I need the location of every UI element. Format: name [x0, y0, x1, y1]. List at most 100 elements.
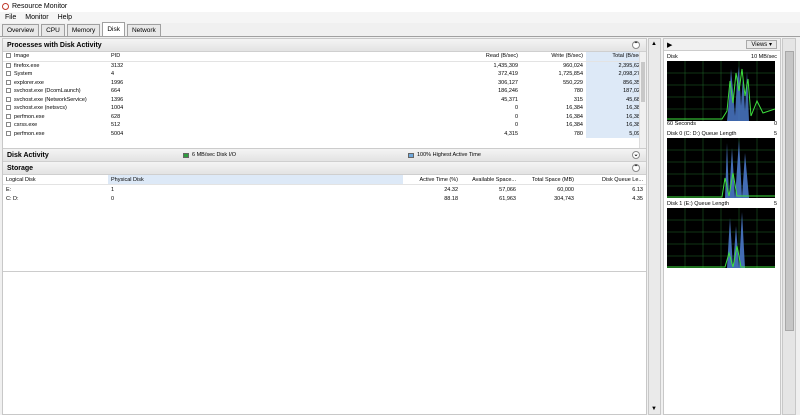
tab-overview[interactable]: Overview — [2, 24, 40, 36]
process-image-label: svchost.exe (DcomLaunch) — [14, 88, 81, 95]
select-all-checkbox[interactable] — [6, 53, 11, 59]
disk0-graph-scale: 5 — [773, 131, 777, 137]
collapse-icon[interactable]: ⌃ — [632, 164, 640, 172]
col-physical-disk[interactable]: Physical Disk — [108, 175, 403, 185]
col-read[interactable]: Read (B/sec) — [456, 52, 521, 62]
process-total: 2,098,274 — [586, 70, 646, 79]
collapse-panel-icon[interactable]: ▶ — [667, 41, 672, 49]
col-logical-disk[interactable]: Logical Disk — [3, 175, 108, 185]
col-pid[interactable]: PID — [108, 52, 168, 62]
col-image[interactable]: Image — [3, 52, 108, 62]
storage-active-time: 88.18 — [444, 195, 458, 202]
process-row[interactable]: csrss.exe 512 0 16,384 16,384 — [3, 121, 646, 130]
menu-help[interactable]: Help — [58, 14, 72, 21]
process-row[interactable]: svchost.exe (netsvcs) 1004 0 16,384 16,384 — [3, 104, 646, 113]
tab-memory[interactable]: Memory — [66, 24, 101, 36]
process-image-label: svchost.exe (NetworkService) — [14, 96, 87, 103]
menu-file[interactable]: File — [5, 14, 16, 21]
col-write[interactable]: Write (B/sec) — [521, 52, 586, 62]
storage-row[interactable]: C: D: 0 88.18 61,963 304,743 4.35 — [3, 194, 646, 203]
graphs-scrollbar[interactable] — [782, 38, 796, 415]
disk-io-legend: 6 MB/sec Disk I/O — [183, 152, 236, 158]
process-pid: 3132 — [111, 62, 124, 69]
col-total-space[interactable]: Total Space (MB) — [519, 175, 577, 185]
graphs-panel: ▶ Views ▾ Disk 10 MB/sec 60 Seconds 0 Disk… — [663, 38, 781, 415]
menu-monitor[interactable]: Monitor — [25, 14, 48, 21]
storage-header[interactable]: Storage ⌃ — [3, 162, 646, 175]
process-read: 0 — [514, 122, 518, 129]
disk-graph-zero: 0 — [773, 121, 777, 127]
process-row[interactable]: System 4 372,419 1,725,854 2,098,274 — [3, 70, 646, 79]
process-image: svchost.exe (netsvcs) — [3, 104, 108, 113]
process-checkbox[interactable] — [6, 71, 11, 77]
process-write: 16,384 — [566, 122, 583, 129]
process-spacer — [168, 113, 456, 122]
process-row[interactable]: perfmon.exe 628 0 16,384 16,384 — [3, 112, 646, 122]
tab-disk[interactable]: Disk — [102, 22, 125, 36]
process-image-label: csrss.exe — [14, 122, 38, 129]
storage-logical-disk: E: — [6, 186, 12, 193]
disk0-graph-svg — [667, 138, 775, 198]
storage-body: Logical Disk Physical Disk Active Time (… — [3, 175, 646, 272]
storage-title: Storage — [7, 164, 34, 172]
process-checkbox[interactable] — [6, 122, 11, 128]
process-row[interactable]: perfmon.exe 5004 4,315 780 5,096 — [3, 129, 646, 139]
storage-row[interactable]: E: 1 24.32 57,066 60,000 6.13 — [3, 185, 646, 195]
process-checkbox[interactable] — [6, 105, 11, 111]
disk-graph-title: Disk — [667, 54, 678, 60]
storage-total: 60,000 — [557, 186, 574, 193]
disk1-graph-scale: 5 — [773, 201, 777, 207]
process-image-label: perfmon.exe — [14, 113, 45, 120]
process-row[interactable]: firefox.exe 3132 1,435,309 960,024 2,395,624 — [3, 61, 646, 70]
expand-icon[interactable]: ⌄ — [632, 151, 640, 159]
process-read: 45,371 — [501, 96, 518, 103]
main-scrollbar[interactable]: ▲ ▼ — [648, 38, 661, 415]
col-available-space[interactable]: Available Space... — [461, 175, 519, 185]
process-checkbox[interactable] — [6, 88, 11, 94]
disk-activity-title: Disk Activity — [7, 151, 49, 159]
process-row[interactable]: svchost.exe (DcomLaunch) 664 186,246 780 187… — [3, 87, 646, 96]
tab-network[interactable]: Network — [126, 24, 161, 36]
process-row[interactable]: svchost.exe (NetworkService) 1396 45,371 31… — [3, 95, 646, 104]
disk-graph-scale: 10 MB/sec — [751, 54, 777, 60]
graphs-scroll-thumb[interactable] — [785, 51, 794, 331]
disk-activity-header[interactable]: Disk Activity 6 MB/sec Disk I/O 100% Hig… — [3, 149, 646, 162]
processes-header[interactable]: Processes with Disk Activity ⌃ — [3, 39, 646, 52]
col-disk-queue[interactable]: Disk Queue Le... — [577, 175, 646, 185]
process-write: 315 — [573, 96, 583, 103]
views-button[interactable]: Views ▾ — [746, 40, 777, 49]
col-image-label: Image — [14, 53, 30, 60]
process-read: 0 — [514, 113, 518, 120]
process-checkbox[interactable] — [6, 130, 11, 136]
process-image-label: perfmon.exe — [14, 130, 45, 137]
process-read: 186,246 — [498, 88, 518, 95]
process-spacer — [168, 121, 456, 130]
process-image: svchost.exe (DcomLaunch) — [3, 87, 108, 96]
processes-scrollbar[interactable] — [639, 52, 646, 148]
storage-physical-disk: 0 — [111, 195, 115, 202]
resource-monitor-icon — [2, 2, 9, 10]
process-checkbox[interactable] — [6, 79, 11, 85]
tab-cpu[interactable]: CPU — [41, 24, 65, 36]
col-active-time[interactable]: Active Time (%) — [403, 175, 461, 185]
storage-header-row: Logical Disk Physical Disk Active Time (… — [3, 175, 646, 185]
process-checkbox[interactable] — [6, 113, 11, 119]
process-write: 16,384 — [566, 105, 583, 112]
process-row[interactable]: explorer.exe 1996 306,127 550,229 856,357 — [3, 78, 646, 87]
process-write: 550,229 — [563, 79, 583, 86]
main-panel: Processes with Disk Activity ⌃ Image PID… — [2, 38, 647, 415]
process-write: 1,725,854 — [558, 71, 583, 78]
collapse-icon[interactable]: ⌃ — [632, 41, 640, 49]
graphs-toolbar: ▶ Views ▾ — [664, 39, 780, 51]
process-write: 16,384 — [566, 113, 583, 120]
process-read: 4,315 — [504, 130, 518, 137]
process-image: csrss.exe — [3, 121, 108, 130]
process-checkbox[interactable] — [6, 96, 11, 102]
process-checkbox[interactable] — [6, 62, 11, 68]
scroll-down-icon[interactable]: ▼ — [651, 406, 657, 412]
storage-logical-disk: C: D: — [6, 195, 19, 202]
col-total[interactable]: Total (B/sec) — [586, 52, 646, 62]
process-spacer — [168, 130, 456, 139]
processes-scroll-thumb[interactable] — [641, 62, 645, 102]
scroll-up-icon[interactable]: ▲ — [651, 41, 657, 47]
